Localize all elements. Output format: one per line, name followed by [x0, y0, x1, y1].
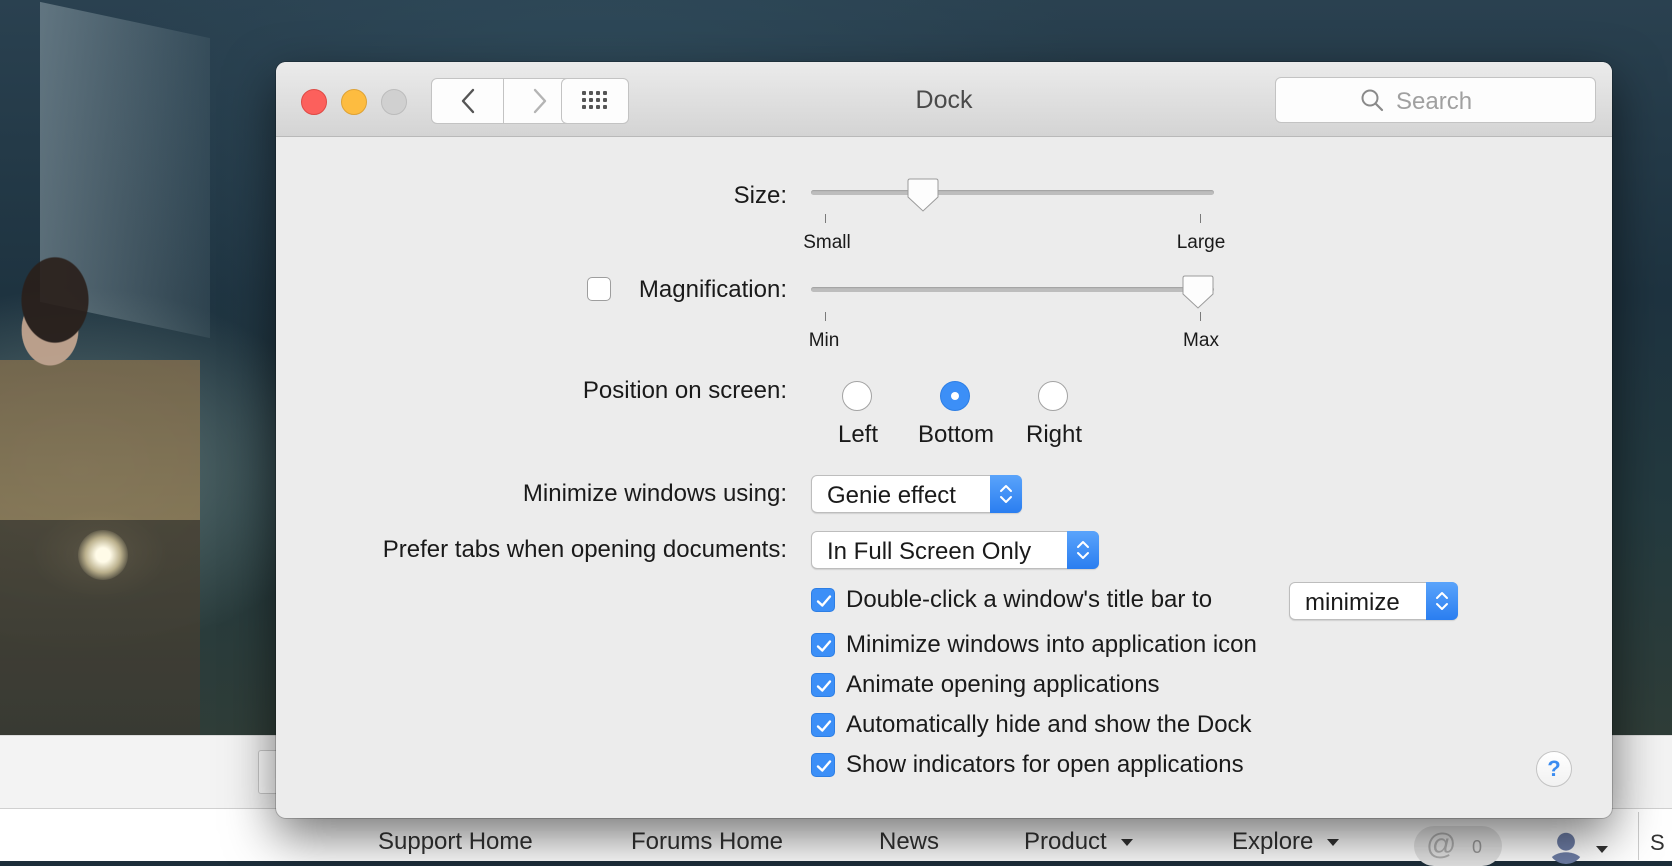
updown-arrows-icon [1067, 531, 1099, 569]
search-icon [1361, 89, 1384, 112]
double-click-checkbox[interactable] [811, 588, 835, 612]
position-bottom-label: Bottom [917, 421, 995, 448]
nav-news[interactable]: News [879, 828, 939, 856]
help-button[interactable]: ? [1536, 751, 1572, 787]
wallpaper-figure [0, 220, 200, 735]
animate-opening-label: Animate opening applications [846, 671, 1160, 698]
chevron-down-icon [1327, 839, 1340, 847]
checkmark-icon [816, 760, 832, 772]
checkmark-icon [816, 640, 832, 652]
autohide-dock-checkbox[interactable] [811, 713, 835, 737]
chevron-down-icon [1120, 839, 1133, 847]
position-label: Position on screen: [582, 377, 787, 404]
minimize-into-icon-checkbox[interactable] [811, 633, 835, 657]
minimize-effect-popup[interactable]: Genie effect [811, 475, 1022, 513]
position-right-radio[interactable] [1038, 381, 1068, 411]
animate-opening-checkbox[interactable] [811, 673, 835, 697]
magnification-tick-min [825, 312, 826, 321]
size-max-label: Large [1176, 232, 1226, 253]
magnification-min-label: Min [808, 330, 840, 351]
prefer-tabs-popup[interactable]: In Full Screen Only [811, 531, 1099, 569]
nav-explore[interactable]: Explore [1232, 828, 1340, 856]
updown-arrows-icon [990, 475, 1022, 513]
size-slider-thumb[interactable] [907, 177, 939, 213]
titlebar: Dock Search [276, 62, 1612, 137]
show-indicators-label: Show indicators for open applications [846, 751, 1244, 778]
preferences-content: Size: Small Large Magnification: Min Max… [276, 137, 1612, 818]
double-click-action-popup[interactable]: minimize [1289, 582, 1458, 620]
position-right-label: Right [1025, 421, 1083, 448]
search-input[interactable]: Search [1275, 77, 1596, 123]
size-tick-max [1200, 214, 1201, 223]
checkmark-icon [816, 720, 832, 732]
double-click-label: Double-click a window's title bar to [846, 586, 1213, 613]
minimize-using-label: Minimize windows using: [522, 480, 787, 507]
size-min-label: Small [803, 232, 851, 253]
chevron-down-icon[interactable] [1596, 846, 1608, 853]
mentions-count: 0 [1472, 837, 1483, 857]
avatar[interactable] [1548, 828, 1584, 864]
position-left-label: Left [837, 421, 879, 448]
magnification-checkbox[interactable] [587, 277, 611, 301]
magnification-tick-max [1200, 312, 1201, 321]
magnification-slider-track[interactable] [811, 287, 1214, 292]
magnification-label: Magnification: [638, 276, 787, 303]
magnification-max-label: Max [1183, 330, 1219, 351]
nav-product[interactable]: Product [1024, 828, 1133, 856]
dock-preferences-window: Dock Search Size: Small Large Magnificat… [276, 62, 1612, 818]
double-click-action-value: minimize [1305, 589, 1400, 616]
position-left-radio[interactable] [842, 381, 872, 411]
size-label: Size: [733, 182, 787, 209]
search-placeholder: Search [1396, 88, 1473, 115]
nav-trailing-text: S [1650, 830, 1665, 855]
show-indicators-checkbox[interactable] [811, 753, 835, 777]
prefer-tabs-value: In Full Screen Only [827, 538, 1032, 565]
magnification-slider-thumb[interactable] [1182, 274, 1214, 310]
nav-forums-home[interactable]: Forums Home [631, 828, 783, 856]
mentions-badge[interactable]: @ 0 [1414, 826, 1502, 866]
at-icon: @ [1426, 828, 1457, 861]
updown-arrows-icon [1426, 582, 1458, 620]
prefer-tabs-label: Prefer tabs when opening documents: [382, 536, 787, 563]
size-slider-track[interactable] [811, 190, 1214, 195]
autohide-dock-label: Automatically hide and show the Dock [846, 711, 1252, 738]
nav-support-home[interactable]: Support Home [378, 828, 533, 856]
minimize-into-icon-label: Minimize windows into application icon [846, 631, 1257, 658]
minimize-effect-value: Genie effect [827, 482, 956, 509]
nav-divider [1638, 812, 1639, 860]
checkmark-icon [816, 595, 832, 607]
wallpaper-light [78, 530, 128, 580]
size-tick-min [825, 214, 826, 223]
position-bottom-radio[interactable] [940, 381, 970, 411]
checkmark-icon [816, 680, 832, 692]
